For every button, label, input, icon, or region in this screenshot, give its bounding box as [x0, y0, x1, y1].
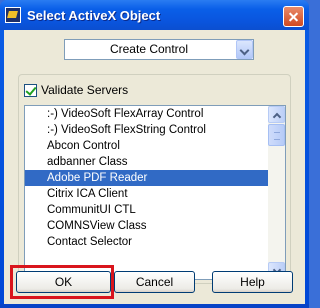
help-button[interactable]: Help: [212, 271, 293, 293]
scroll-up-icon[interactable]: [268, 106, 285, 123]
activex-object-list[interactable]: :-) VideoSoft FlexArray Control:-) Video…: [24, 105, 286, 280]
dialog-client-area: Create Control Validate Servers :-) Vide…: [4, 30, 305, 304]
list-item[interactable]: Citrix ICA Client: [25, 186, 268, 202]
list-item[interactable]: Contact Selector: [25, 234, 268, 250]
cancel-button[interactable]: Cancel: [114, 271, 195, 293]
dialog-title: Select ActiveX Object: [27, 8, 161, 23]
title-bar[interactable]: Select ActiveX Object: [0, 0, 309, 30]
list-items-container: :-) VideoSoft FlexArray Control:-) Video…: [25, 106, 268, 250]
dialog-window: Select ActiveX Object Create Control Val…: [0, 0, 309, 308]
list-item[interactable]: :-) VideoSoft FlexString Control: [25, 122, 268, 138]
list-item[interactable]: adbanner Class: [25, 154, 268, 170]
vertical-scrollbar[interactable]: [268, 106, 285, 279]
list-item[interactable]: Abcon Control: [25, 138, 268, 154]
chevron-down-icon[interactable]: [236, 40, 253, 59]
validate-servers-label: Validate Servers: [41, 83, 129, 97]
dropdown-value: Create Control: [109, 42, 189, 56]
ok-button-highlight-annotation: [10, 265, 114, 299]
list-item[interactable]: Adobe PDF Reader: [25, 170, 268, 186]
close-icon[interactable]: [283, 6, 304, 27]
labview-app-icon: [5, 7, 21, 23]
validate-servers-checkbox[interactable]: Validate Servers: [24, 82, 133, 98]
list-item[interactable]: :-) VideoSoft FlexArray Control: [25, 106, 268, 122]
window-bottom-border: [0, 304, 309, 308]
list-item[interactable]: CommunitUI CTL: [25, 202, 268, 218]
checkbox-checked-icon[interactable]: [24, 83, 37, 97]
list-item[interactable]: COMNSView Class: [25, 218, 268, 234]
object-type-dropdown[interactable]: Create Control: [64, 39, 254, 60]
scroll-thumb[interactable]: [268, 124, 285, 146]
